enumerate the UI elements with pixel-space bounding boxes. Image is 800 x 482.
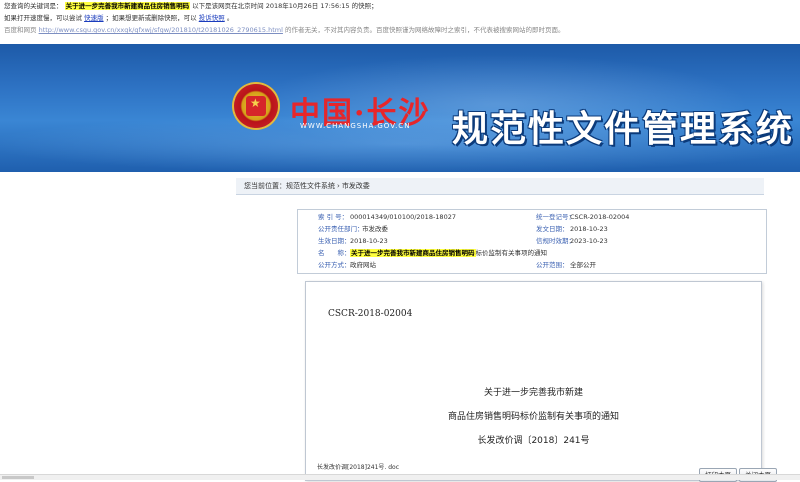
breadcrumb-label: 您当前位置： (244, 182, 286, 190)
options-text: 如果打开速度慢，可以尝试 (4, 14, 82, 22)
disclaimer-text: 的作者无关，不对其内容负责。百度快照谨为网络故障时之索引，不代表被搜索网站的即时… (285, 26, 565, 34)
scope-value: 全部公开 (570, 261, 596, 269)
dept-label: 公开责任部门： (318, 225, 364, 233)
national-emblem-icon: ★ (234, 84, 278, 128)
meta-row: 生效日期： 2018-10-23 信规时效期： 2023-10-23 (298, 236, 766, 247)
index-value: 000014349/010100/2018-18027 (350, 213, 456, 221)
expdate-value: 2023-10-23 (570, 237, 608, 245)
keyword-label: 您查询的关键词是： (4, 2, 63, 10)
meta-row: 公开方式： 政府网站 公开范围： 全部公开 (298, 260, 766, 271)
name-rest: 标价监制有关事项的通知 (475, 249, 548, 257)
document-preview: CSCR-2018-02004 关于进一步完善我市新建 商品住房销售明码标价监制… (305, 281, 762, 481)
highlighted-keyword: 关于进一步完善我市新建商品住房销售明码 (64, 2, 191, 10)
breadcrumb: 您当前位置：规范性文件系统 › 市发改委 (236, 178, 764, 195)
effdate-label: 生效日期： (318, 237, 351, 245)
reg-code-value: CSCR-2018-02004 (570, 213, 630, 221)
breadcrumb-item-system[interactable]: 规范性文件系统 (286, 182, 335, 190)
name-highlight: 关于进一步完善我市新建商品住房销售明码 (350, 249, 476, 257)
mode-label: 公开方式： (318, 261, 351, 269)
document-title-line1: 关于进一步完善我市新建 (483, 388, 583, 398)
site-logo-url: WWW.CHANGSHA.GOV.CN (300, 122, 411, 130)
snapshot-line-keyword: 您查询的关键词是： 关于进一步完善我市新建商品住房销售明码 以下是该网页在北京时… (4, 1, 378, 12)
breadcrumb-separator: › (337, 182, 340, 190)
document-metadata-table: 索 引 号： 000014349/010100/2018-18027 统一登记号… (297, 209, 767, 274)
meta-row: 名 称： 关于进一步完善我市新建商品住房销售明码标价监制有关事项的通知 (298, 248, 766, 259)
document-title-line2: 商品住房销售明码标价监制有关事项的通知 (447, 412, 619, 422)
snapshot-line-disclaimer: 百度和网页 http://www.csgu.gov.cn/xxgk/gfxwj/… (4, 25, 565, 36)
breadcrumb-item-dept[interactable]: 市发改委 (342, 182, 370, 190)
dept-value: 市发改委 (362, 225, 388, 233)
mode-value: 政府网站 (350, 261, 376, 269)
snapshot-info-bar: 您查询的关键词是： 关于进一步完善我市新建商品住房销售明码 以下是该网页在北京时… (0, 0, 800, 38)
name-label: 名 称： (318, 249, 351, 257)
meta-row: 公开责任部门： 市发改委 发文日期： 2018-10-23 (298, 224, 766, 235)
options-text-2: ；如果想更新或删除快照，可以 (105, 14, 197, 22)
effdate-value: 2018-10-23 (350, 237, 388, 245)
pubdate-value: 2018-10-23 (570, 225, 608, 233)
name-value: 关于进一步完善我市新建商品住房销售明码标价监制有关事项的通知 (350, 248, 547, 259)
options-text-3: 。 (226, 14, 234, 22)
document-code: CSCR-2018-02004 (328, 309, 413, 319)
pubdate-label: 发文日期： (536, 225, 569, 233)
document-number: 长发改价调〔2018〕241号 (477, 436, 590, 446)
index-label: 索 引 号： (318, 213, 349, 221)
site-banner: ★ 中国·长沙 WWW.CHANGSHA.GOV.CN 规范性文件管理系统 (0, 44, 800, 172)
fast-version-link[interactable]: 快速版 (84, 14, 104, 22)
system-title: 规范性文件管理系统 (452, 109, 795, 150)
snapshot-time-text: 以下是该网页在北京时间 2018年10月26日 17:56:15 的快照； (192, 2, 378, 10)
attachment-link[interactable]: 长发改价调[2018]241号. doc (317, 462, 399, 471)
disclaimer-prefix: 百度和网页 (4, 26, 37, 34)
report-snapshot-link[interactable]: 投诉快照 (199, 14, 225, 22)
original-page-link[interactable]: http://www.csgu.gov.cn/xxgk/gfxwj/sfgw/2… (39, 26, 283, 34)
horizontal-scrollbar[interactable] (0, 474, 800, 480)
snapshot-line-options: 如果打开速度慢，可以尝试 快速版 ；如果想更新或删除快照，可以 投诉快照 。 (4, 13, 233, 24)
meta-row: 索 引 号： 000014349/010100/2018-18027 统一登记号… (298, 212, 766, 223)
scope-label: 公开范围： (536, 261, 569, 269)
